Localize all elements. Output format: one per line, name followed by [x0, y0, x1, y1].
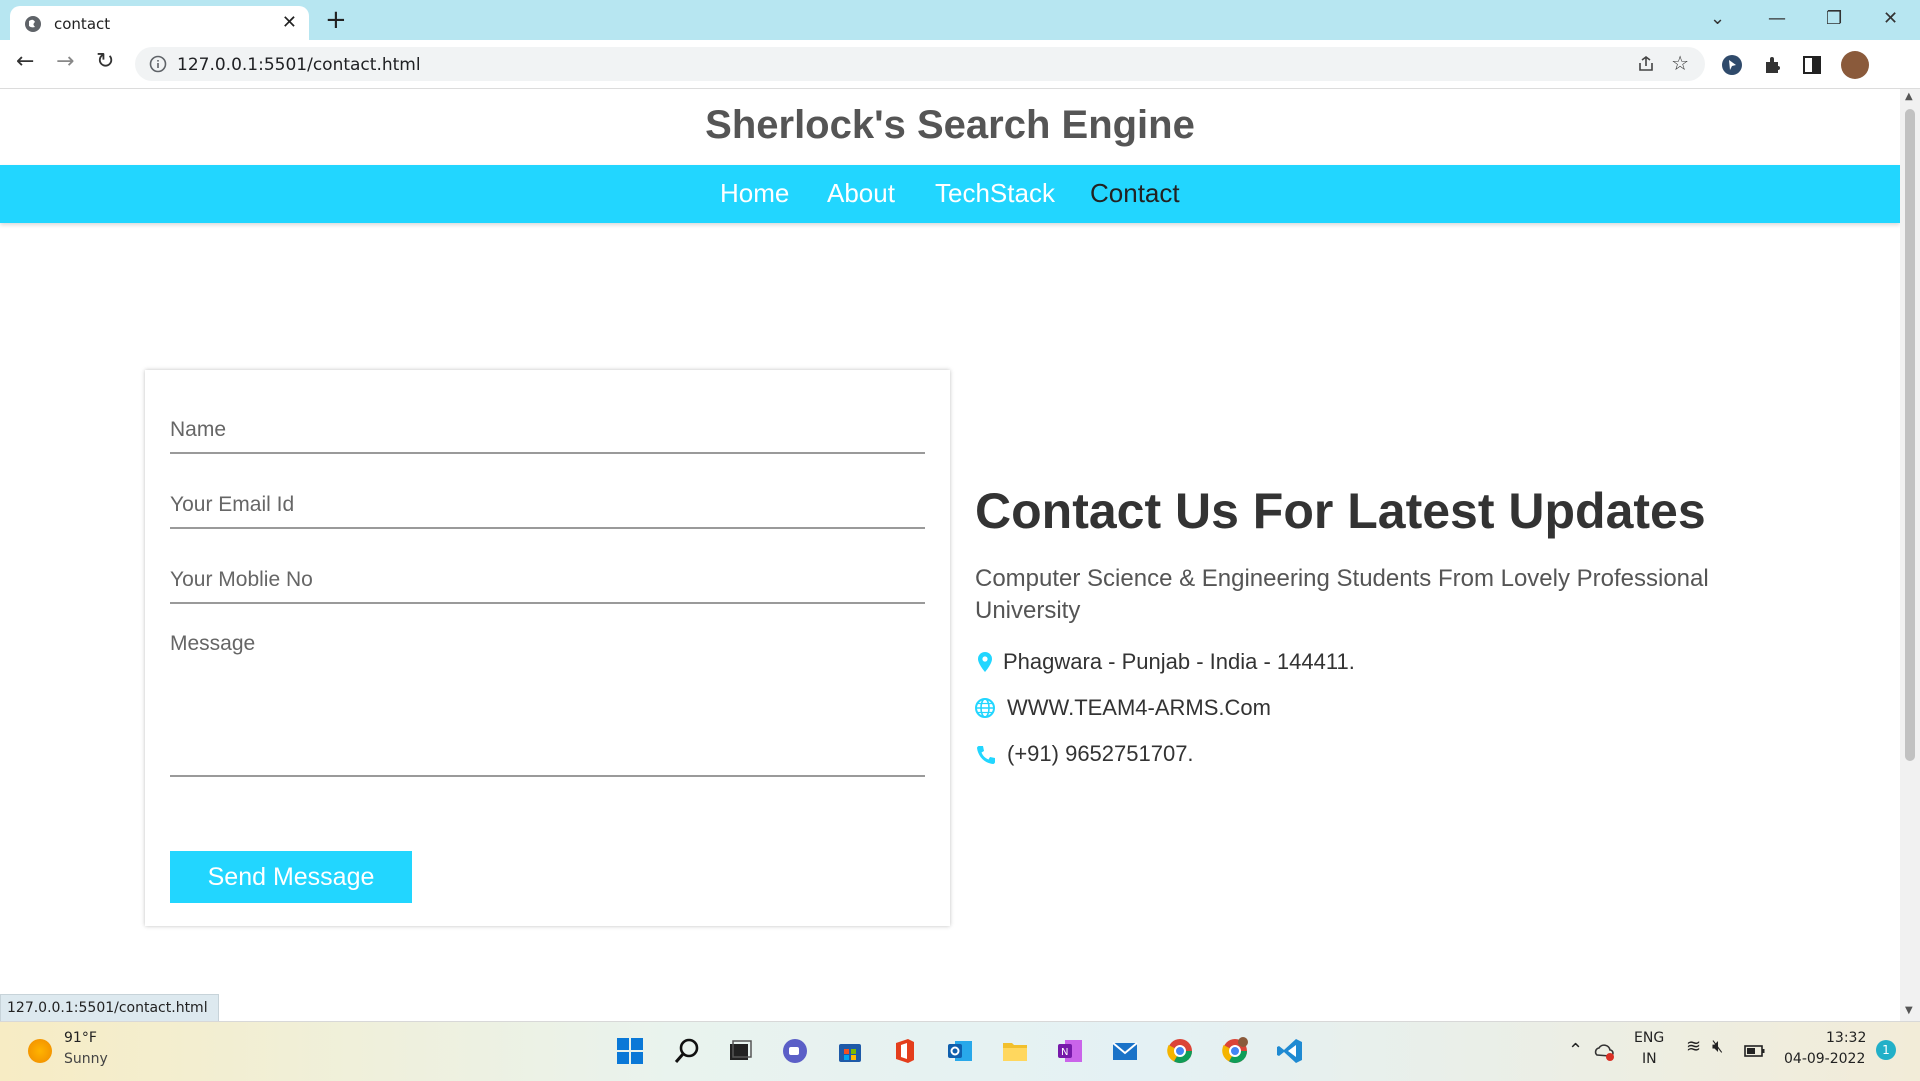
- notification-badge[interactable]: 1: [1876, 1040, 1896, 1060]
- wifi-icon[interactable]: ≋: [1686, 1036, 1701, 1057]
- microsoft-store-icon[interactable]: [835, 1036, 865, 1066]
- contact-heading: Contact Us For Latest Updates: [975, 483, 1706, 539]
- reload-button[interactable]: ↻: [96, 50, 114, 74]
- clock-time[interactable]: 13:32: [1826, 1030, 1866, 1046]
- search-icon[interactable]: [672, 1036, 702, 1066]
- sun-icon[interactable]: [28, 1039, 52, 1063]
- nav-contact[interactable]: Contact: [1090, 178, 1180, 209]
- phone-icon: [977, 746, 995, 764]
- taskbar: 91°F Sunny N ⌃ ENG IN ≋ 🔇︎ 13:32 04-09-2…: [0, 1021, 1920, 1081]
- scroll-thumb[interactable]: [1905, 109, 1915, 761]
- nav-home[interactable]: Home: [720, 178, 789, 209]
- onenote-icon[interactable]: N: [1055, 1036, 1085, 1066]
- extension-icon[interactable]: [1721, 54, 1743, 76]
- browser-tab[interactable]: contact ✕: [10, 6, 309, 40]
- back-button[interactable]: ←: [16, 50, 34, 74]
- battery-icon[interactable]: [1744, 1040, 1766, 1062]
- file-explorer-icon[interactable]: [1000, 1036, 1030, 1066]
- browser-toolbar: ← → ↻ 127.0.0.1:5501/contact.html ☆ ⋮: [0, 40, 1920, 117]
- page-viewport: Sherlock's Search Engine Home About Tech…: [0, 89, 1900, 1021]
- svg-text:N: N: [1061, 1047, 1068, 1058]
- teams-chat-icon[interactable]: [780, 1036, 810, 1066]
- email-field[interactable]: [170, 482, 925, 529]
- new-tab-button[interactable]: +: [325, 4, 347, 36]
- restore-button[interactable]: ❐: [1826, 8, 1842, 29]
- share-icon[interactable]: [1637, 55, 1655, 73]
- globe-icon: [975, 698, 995, 718]
- onedrive-icon[interactable]: [1592, 1039, 1616, 1063]
- website-link[interactable]: WWW.TEAM4-ARMS.Com: [1007, 695, 1271, 721]
- chrome-profile-icon[interactable]: [1220, 1036, 1250, 1066]
- contact-form: Send Message: [145, 370, 950, 926]
- status-url-bubble: 127.0.0.1:5501/contact.html: [0, 994, 219, 1022]
- main-nav: Home About TechStack Contact: [0, 165, 1900, 223]
- weather-condition[interactable]: Sunny: [64, 1051, 108, 1067]
- weather-temperature[interactable]: 91°F: [64, 1030, 97, 1046]
- globe-icon: [25, 16, 41, 32]
- task-view-icon[interactable]: [725, 1036, 755, 1066]
- forward-button[interactable]: →: [56, 50, 74, 74]
- url-text: 127.0.0.1:5501/contact.html: [177, 55, 421, 75]
- close-window-button[interactable]: ✕: [1883, 8, 1898, 29]
- chrome-icon[interactable]: [1165, 1036, 1195, 1066]
- browser-tab-strip: contact ✕ + ⌄ — ❐ ✕: [0, 0, 1920, 40]
- scroll-down-arrow[interactable]: ▼: [1905, 1005, 1913, 1016]
- mobile-field[interactable]: [170, 557, 925, 604]
- nav-about[interactable]: About: [827, 178, 895, 209]
- address-bar[interactable]: 127.0.0.1:5501/contact.html ☆: [135, 47, 1705, 81]
- info-icon[interactable]: [149, 55, 167, 73]
- scroll-up-arrow[interactable]: ▲: [1905, 91, 1913, 102]
- tab-search-icon[interactable]: ⌄: [1710, 8, 1725, 29]
- office-icon[interactable]: [890, 1036, 920, 1066]
- windows-start-icon[interactable]: [615, 1036, 645, 1066]
- location-text: Phagwara - Punjab - India - 144411.: [1003, 649, 1355, 674]
- show-hidden-icons-chevron[interactable]: ⌃: [1568, 1040, 1583, 1061]
- language-top[interactable]: ENG: [1634, 1030, 1664, 1046]
- name-field[interactable]: [170, 407, 925, 454]
- tab-title: contact: [54, 15, 111, 33]
- phone-text: (+91) 9652751707.: [1007, 741, 1194, 766]
- message-field[interactable]: [170, 632, 925, 777]
- close-tab-icon[interactable]: ✕: [282, 12, 297, 33]
- clock-date[interactable]: 04-09-2022: [1784, 1051, 1865, 1067]
- volume-muted-icon[interactable]: 🔇︎: [1712, 1036, 1723, 1057]
- outlook-icon[interactable]: [945, 1036, 975, 1066]
- map-pin-icon: [978, 652, 992, 672]
- send-message-button[interactable]: Send Message: [170, 851, 412, 903]
- mail-icon[interactable]: [1110, 1036, 1140, 1066]
- profile-avatar[interactable]: [1841, 51, 1869, 79]
- nav-techstack[interactable]: TechStack: [935, 178, 1055, 209]
- puzzle-icon[interactable]: [1762, 54, 1784, 76]
- language-bottom[interactable]: IN: [1642, 1051, 1657, 1067]
- minimize-button[interactable]: —: [1768, 8, 1786, 29]
- side-panel-icon[interactable]: [1801, 54, 1823, 76]
- contact-subheading: Computer Science & Engineering Students …: [975, 565, 1709, 624]
- site-title: Sherlock's Search Engine: [705, 103, 1195, 147]
- bookmark-star-icon[interactable]: ☆: [1671, 51, 1689, 75]
- page-scrollbar[interactable]: ▲ ▼: [1900, 89, 1920, 1021]
- vscode-icon[interactable]: [1275, 1036, 1305, 1066]
